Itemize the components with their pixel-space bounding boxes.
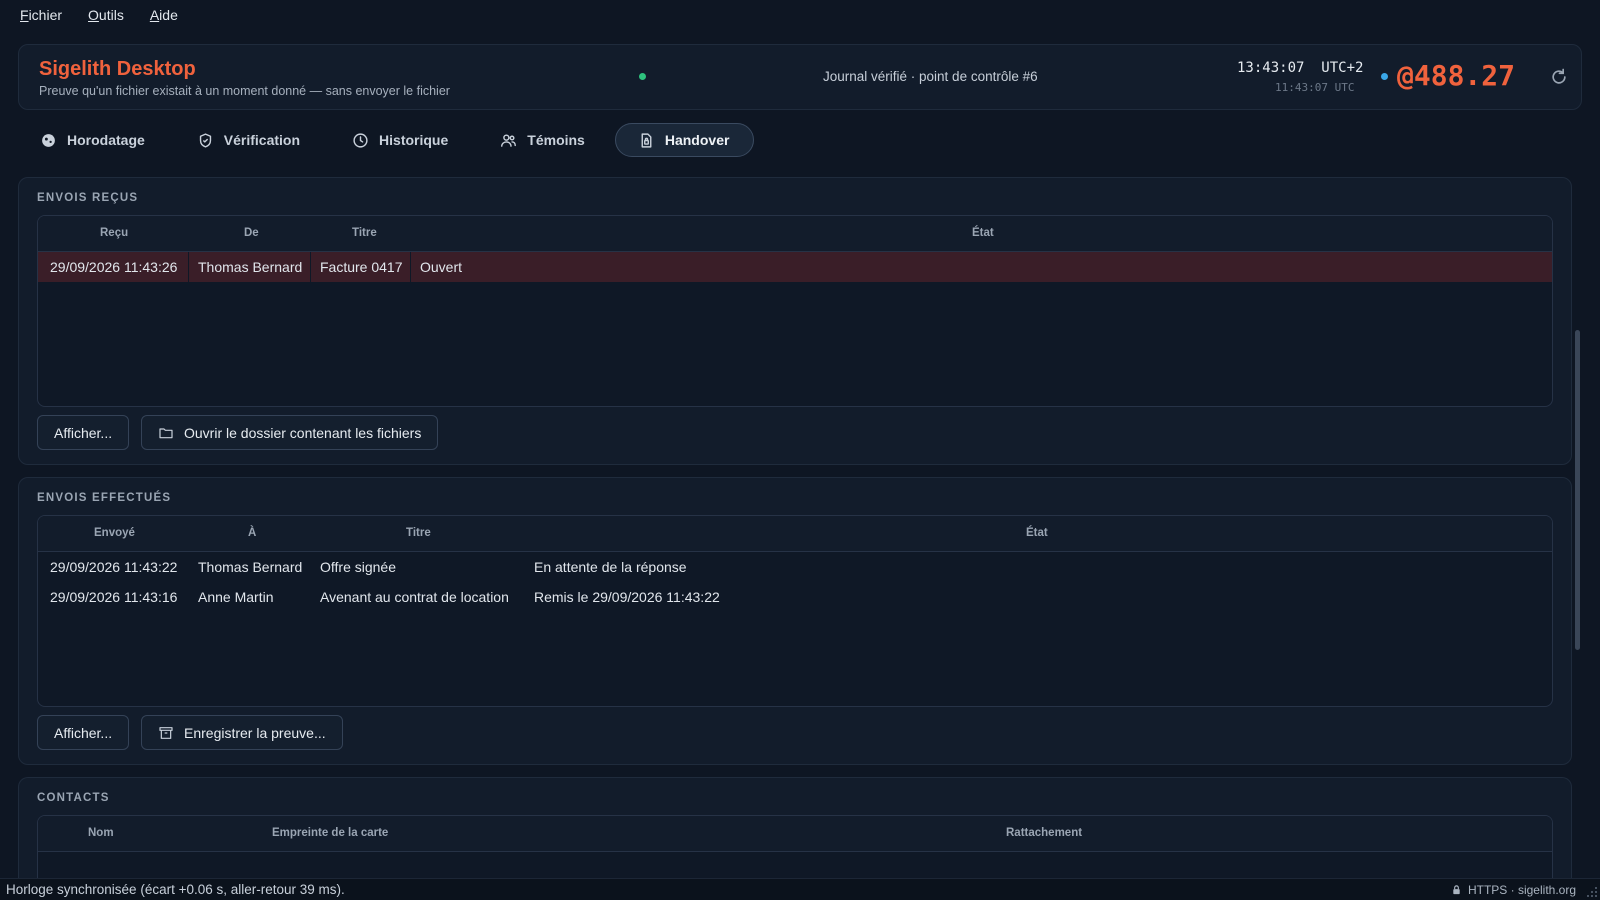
cell-title: Facture 0417	[320, 259, 403, 275]
cell-to: Anne Martin	[198, 589, 274, 605]
menu-aide[interactable]: Aide	[150, 7, 178, 23]
contacts-table: Nom Empreinte de la carte Rattachement	[37, 815, 1553, 878]
table-header: Envoyé À Titre État	[38, 516, 1552, 552]
connection-info: HTTPS · sigelith.org	[1451, 883, 1576, 897]
column-header[interactable]: Empreinte de la carte	[272, 827, 388, 839]
column-header[interactable]: Titre	[352, 227, 377, 239]
menu-fichier[interactable]: Fichier	[20, 7, 62, 23]
column-header[interactable]: Reçu	[100, 227, 128, 239]
table-header: Nom Empreinte de la carte Rattachement	[38, 816, 1552, 852]
section-title: ENVOIS EFFECTUÉS	[37, 492, 172, 504]
table-row[interactable]: 29/09/2026 11:43:22 Thomas Bernard Offre…	[38, 552, 1552, 582]
status-bar: Horloge synchronisée (écart +0.06 s, all…	[0, 878, 1600, 900]
app-title: Sigelith Desktop	[39, 58, 196, 80]
tab-handover[interactable]: Handover	[614, 123, 755, 157]
table-header: Reçu De Titre État	[38, 216, 1552, 252]
column-header[interactable]: État	[972, 227, 994, 239]
menu-bar: Fichier Outils Aide	[0, 0, 1600, 30]
connection-label: HTTPS · sigelith.org	[1467, 883, 1576, 897]
cell-title: Offre signée	[320, 559, 397, 575]
users-icon	[501, 133, 517, 147]
app-subtitle: Preuve qu'un fichier existait à un momen…	[39, 84, 450, 98]
cell-state: Ouvert	[420, 259, 463, 275]
archive-icon	[159, 726, 173, 739]
tab-label: Témoins	[527, 132, 585, 148]
cell-state: En attente de la réponse	[534, 559, 687, 575]
button-label: Afficher...	[54, 424, 113, 441]
button-label: Ouvrir le dossier contenant les fichiers	[184, 424, 422, 441]
tab-label: Vérification	[223, 132, 301, 148]
clock-icon	[353, 132, 368, 148]
table-row[interactable]: 29/09/2026 11:43:26 Thomas Bernard Factu…	[38, 252, 1552, 282]
cell-date: 29/09/2026 11:43:16	[50, 589, 178, 605]
table-row[interactable]: 29/09/2026 11:43:16 Anne Martin Avenant …	[38, 582, 1552, 612]
folder-icon	[159, 427, 173, 438]
column-header[interactable]: Rattachement	[1006, 827, 1082, 839]
tab-label: Handover	[664, 132, 730, 148]
lock-icon	[1453, 885, 1460, 895]
lock-file-icon	[641, 132, 652, 148]
show-received-button[interactable]: Afficher...	[37, 415, 130, 450]
page-scrollbar[interactable]	[1575, 330, 1580, 650]
column-header[interactable]: État	[1026, 527, 1048, 539]
seal-icon	[42, 133, 55, 147]
journal-status: Journal vérifié · point de contrôle #6	[823, 69, 1038, 84]
counter-status-dot	[1381, 73, 1388, 80]
tab-horodatage[interactable]: Horodatage	[18, 123, 169, 157]
column-header[interactable]: De	[244, 227, 259, 239]
received-table: Reçu De Titre État 29/09/2026 11:43:26 T…	[37, 215, 1553, 407]
clock-sync-status: Horloge synchronisée (écart +0.06 s, all…	[6, 882, 345, 897]
tab-historique[interactable]: Historique	[330, 123, 472, 157]
section-title: ENVOIS REÇUS	[37, 192, 139, 204]
refresh-icon[interactable]	[1549, 67, 1569, 87]
tab-label: Horodatage	[67, 132, 145, 148]
column-header[interactable]: À	[248, 527, 256, 539]
column-header[interactable]: Envoyé	[94, 527, 135, 539]
menu-outils[interactable]: Outils	[88, 7, 124, 23]
resize-grip-icon[interactable]	[1586, 886, 1598, 898]
show-sent-button[interactable]: Afficher...	[37, 715, 130, 750]
main-tabs: Horodatage Vérification Historique Témoi…	[18, 123, 755, 157]
clock-local: 13:43:07 UTC+2	[1237, 60, 1364, 76]
cell-date: 29/09/2026 11:43:26	[50, 259, 178, 275]
tab-temoins[interactable]: Témoins	[478, 123, 609, 157]
sent-table: Envoyé À Titre État 29/09/2026 11:43:22 …	[37, 515, 1553, 707]
shield-check-icon	[199, 132, 211, 148]
open-folder-button[interactable]: Ouvrir le dossier contenant les fichiers	[141, 415, 439, 450]
cell-title: Avenant au contrat de location	[320, 589, 509, 605]
beat-counter: @488.27	[1397, 59, 1516, 92]
column-header[interactable]: Nom	[88, 827, 114, 839]
sent-section: ENVOIS EFFECTUÉS Envoyé À Titre État 29/…	[18, 477, 1572, 765]
save-proof-button[interactable]: Enregistrer la preuve...	[141, 715, 343, 750]
column-header[interactable]: Titre	[406, 527, 431, 539]
tab-label: Historique	[379, 132, 449, 148]
button-label: Enregistrer la preuve...	[184, 724, 326, 741]
connection-status-dot	[639, 73, 646, 80]
app-header: Sigelith Desktop Preuve qu'un fichier ex…	[18, 44, 1582, 110]
cell-from: Thomas Bernard	[198, 259, 303, 275]
button-label: Afficher...	[54, 724, 113, 741]
tab-verification[interactable]: Vérification	[175, 123, 324, 157]
contacts-section: CONTACTS Nom Empreinte de la carte Ratta…	[18, 777, 1572, 878]
received-section: ENVOIS REÇUS Reçu De Titre État 29/09/20…	[18, 177, 1572, 465]
cell-date: 29/09/2026 11:43:22	[50, 559, 178, 575]
section-title: CONTACTS	[37, 792, 110, 804]
cell-state: Remis le 29/09/2026 11:43:22	[534, 589, 720, 605]
cell-to: Thomas Bernard	[198, 559, 303, 575]
clock-utc: 11:43:07 UTC	[1275, 81, 1355, 94]
